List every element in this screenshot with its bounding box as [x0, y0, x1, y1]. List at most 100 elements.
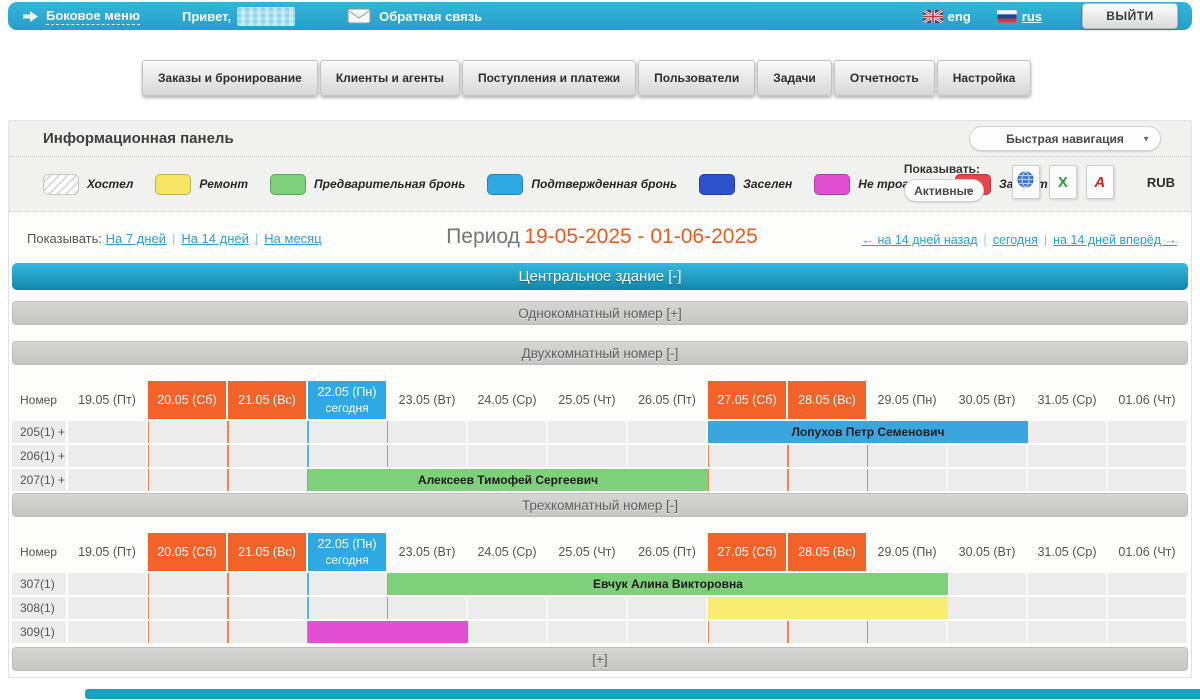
nav-tab[interactable]: Поступления и платежи [462, 60, 636, 96]
room-label[interactable]: 307(1) [12, 573, 68, 595]
day-cell[interactable] [308, 573, 388, 595]
section-bar-three-room[interactable]: Трехкомнатный номер [-] [12, 493, 1188, 517]
day-cell[interactable] [628, 621, 708, 643]
day-cell[interactable] [308, 445, 388, 467]
day-cell[interactable] [948, 573, 1028, 595]
day-cell[interactable] [468, 445, 548, 467]
day-cell[interactable] [228, 421, 308, 443]
room-label[interactable]: 205(1) + [12, 421, 68, 443]
day-cell[interactable] [68, 573, 148, 595]
lang-rus-link[interactable]: rus [1022, 9, 1042, 24]
day-cell[interactable] [708, 469, 788, 491]
day-cell[interactable] [468, 621, 548, 643]
nav-tab[interactable]: Заказы и бронирование [142, 60, 318, 96]
day-cell[interactable] [1108, 621, 1188, 643]
day-cell[interactable] [1108, 421, 1188, 443]
day-cell[interactable] [548, 445, 628, 467]
day-cell[interactable] [148, 445, 228, 467]
day-cell[interactable] [1028, 621, 1108, 643]
day-cell[interactable] [1028, 573, 1108, 595]
show-filter-select[interactable]: Активные ▼ [904, 179, 984, 202]
day-cell[interactable] [1108, 469, 1188, 491]
day-cell[interactable] [228, 573, 308, 595]
day-cell[interactable] [388, 597, 468, 619]
day-cell[interactable] [708, 445, 788, 467]
day-cell[interactable] [68, 469, 148, 491]
day-cell[interactable] [388, 421, 468, 443]
booking-bar[interactable]: Алексеев Тимофей Сергеевич [308, 469, 708, 491]
day-cell[interactable] [228, 445, 308, 467]
section-bar-expand-more[interactable]: [+] [12, 647, 1188, 671]
day-cell[interactable] [148, 621, 228, 643]
day-cell[interactable] [228, 621, 308, 643]
nav-tab[interactable]: Клиенты и агенты [320, 60, 460, 96]
side-menu-link[interactable]: Боковое меню [46, 8, 140, 25]
day-cell[interactable] [148, 597, 228, 619]
section-bar-two-room[interactable]: Двухкомнатный номер [-] [12, 341, 1188, 365]
range-link-7days[interactable]: На 7 дней [106, 231, 182, 246]
day-cell[interactable] [548, 421, 628, 443]
day-cell[interactable] [148, 573, 228, 595]
section-bar-one-room[interactable]: Однокомнатный номер [+] [12, 301, 1188, 325]
day-cell[interactable] [68, 597, 148, 619]
room-label[interactable]: 309(1) [12, 621, 68, 643]
quick-nav-select[interactable]: Быстрая навигация ▼ [969, 126, 1161, 151]
day-cell[interactable] [1028, 469, 1108, 491]
room-label[interactable]: 206(1) + [12, 445, 68, 467]
day-cell[interactable] [628, 597, 708, 619]
booking-bar[interactable]: Лопухов Петр Семенович [708, 421, 1028, 443]
day-cell[interactable] [228, 597, 308, 619]
day-cell[interactable] [468, 597, 548, 619]
day-cell[interactable] [68, 421, 148, 443]
day-cell[interactable] [788, 445, 868, 467]
today-link[interactable]: сегодня [993, 233, 1053, 247]
day-cell[interactable] [548, 597, 628, 619]
logout-button[interactable]: ВЫЙТИ [1082, 3, 1178, 29]
day-cell[interactable] [468, 421, 548, 443]
day-cell[interactable] [948, 597, 1028, 619]
lang-eng-link[interactable]: eng [948, 9, 971, 24]
day-cell[interactable] [148, 469, 228, 491]
day-cell[interactable] [628, 421, 708, 443]
building-header-bar[interactable]: Центральное здание [-] [12, 263, 1188, 290]
day-cell[interactable] [1028, 421, 1108, 443]
day-cell[interactable] [948, 621, 1028, 643]
day-cell[interactable] [788, 469, 868, 491]
room-label[interactable]: 308(1) [12, 597, 68, 619]
booking-bar[interactable]: Евчук Алина Викторовна [388, 573, 948, 595]
day-cell[interactable] [788, 621, 868, 643]
day-cell[interactable] [308, 597, 388, 619]
day-cell[interactable] [548, 621, 628, 643]
export-pdf-button[interactable]: A [1086, 165, 1114, 199]
booking-bar[interactable] [308, 621, 468, 643]
day-cell[interactable] [708, 621, 788, 643]
day-cell[interactable] [868, 621, 948, 643]
day-cell[interactable] [1108, 573, 1188, 595]
day-cell[interactable] [948, 469, 1028, 491]
room-label[interactable]: 207(1) + [12, 469, 68, 491]
range-link-month[interactable]: На месяц [264, 231, 321, 246]
nav-tab[interactable]: Пользователи [638, 60, 755, 96]
day-cell[interactable] [308, 421, 388, 443]
day-cell[interactable] [868, 469, 948, 491]
nav-tab[interactable]: Задачи [757, 60, 832, 96]
day-cell[interactable] [948, 445, 1028, 467]
day-cell[interactable] [1108, 445, 1188, 467]
day-cell[interactable] [628, 445, 708, 467]
back-14days-link[interactable]: ← на 14 дней назад [862, 233, 993, 247]
booking-bar[interactable] [708, 597, 948, 619]
nav-tab[interactable]: Настройка [937, 60, 1032, 96]
nav-tab[interactable]: Отчетность [834, 60, 935, 96]
day-cell[interactable] [1028, 445, 1108, 467]
day-cell[interactable] [1108, 597, 1188, 619]
day-cell[interactable] [1028, 597, 1108, 619]
day-cell[interactable] [868, 445, 948, 467]
range-link-14days[interactable]: На 14 дней [181, 231, 264, 246]
export-excel-button[interactable]: X [1049, 165, 1077, 199]
day-cell[interactable] [68, 621, 148, 643]
day-cell[interactable] [68, 445, 148, 467]
day-cell[interactable] [388, 445, 468, 467]
feedback-link[interactable]: Обратная связь [379, 9, 482, 24]
day-cell[interactable] [228, 469, 308, 491]
forward-14days-link[interactable]: на 14 дней вперёд → [1053, 233, 1177, 247]
